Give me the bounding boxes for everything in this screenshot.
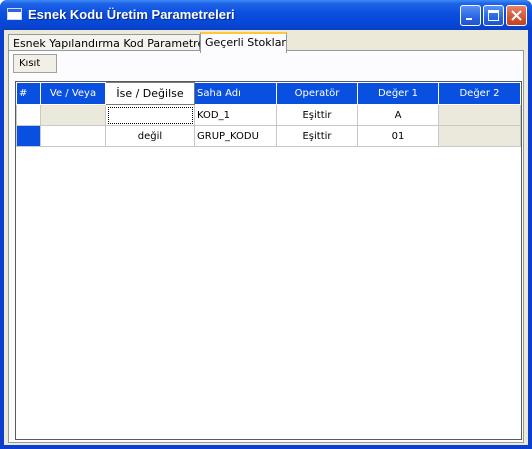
row-indicator[interactable] — [16, 104, 41, 126]
table-row[interactable]: KOD_1 Eşittir A — [16, 104, 521, 126]
cell-ise-degilse[interactable] — [105, 104, 195, 126]
tab-gecerli-stoklar[interactable]: Geçerli Stoklar — [200, 32, 287, 53]
cell-operator[interactable]: Eşittir — [276, 125, 358, 147]
column-header-index: # — [16, 82, 41, 105]
table-row[interactable]: değil GRUP_KODU Eşittir 01 — [16, 125, 521, 147]
header-row: # Ve / Veya İse / Değilse Saha Adı Opera… — [16, 82, 521, 105]
close-icon — [511, 10, 522, 21]
column-header-ise-degilse[interactable]: İse / Değilse — [105, 82, 195, 105]
column-header-deger-2[interactable]: Değer 2 — [438, 82, 521, 105]
cell-saha-adi[interactable]: KOD_1 — [194, 104, 277, 126]
close-button[interactable] — [506, 5, 527, 26]
maximize-icon — [488, 10, 499, 21]
criteria-grid[interactable]: # Ve / Veya İse / Değilse Saha Adı Opera… — [15, 81, 522, 440]
maximize-button[interactable] — [483, 5, 504, 26]
cell-operator[interactable]: Eşittir — [276, 104, 358, 126]
window-client-area: Esnek Yapılandırma Kod Parametreleri Geç… — [4, 30, 528, 445]
minimize-button[interactable] — [460, 5, 481, 26]
column-header-deger-1[interactable]: Değer 1 — [357, 82, 439, 105]
cell-deger-1[interactable]: A — [357, 104, 439, 126]
cell-ve-veya[interactable] — [40, 104, 106, 126]
cell-ise-degilse[interactable]: değil — [105, 125, 195, 147]
cell-deger-2[interactable] — [438, 125, 521, 147]
window-icon — [7, 8, 22, 20]
tab-panel-gecerli-stoklar: Kısıt # Ve / Veya İse / Değilse Saha Adı… — [8, 50, 524, 443]
kisit-button[interactable]: Kısıt — [13, 54, 57, 73]
cell-deger-2[interactable] — [438, 104, 521, 126]
cell-saha-adi[interactable]: GRUP_KODU — [194, 125, 277, 147]
cell-deger-1[interactable]: 01 — [357, 125, 439, 147]
column-header-operator[interactable]: Operatör — [276, 82, 358, 105]
criteria-table: # Ve / Veya İse / Değilse Saha Adı Opera… — [16, 82, 521, 147]
column-header-ve-veya[interactable]: Ve / Veya — [40, 82, 106, 105]
cell-ve-veya[interactable] — [40, 125, 106, 147]
minimize-icon — [466, 18, 472, 20]
row-indicator-current[interactable] — [16, 125, 41, 147]
column-header-saha-adi[interactable]: Saha Adı — [194, 82, 277, 105]
main-window: Esnek Kodu Üretim Parametreleri Esnek Ya… — [0, 0, 532, 449]
window-title: Esnek Kodu Üretim Parametreleri — [28, 7, 235, 22]
title-bar[interactable]: Esnek Kodu Üretim Parametreleri — [0, 0, 532, 30]
